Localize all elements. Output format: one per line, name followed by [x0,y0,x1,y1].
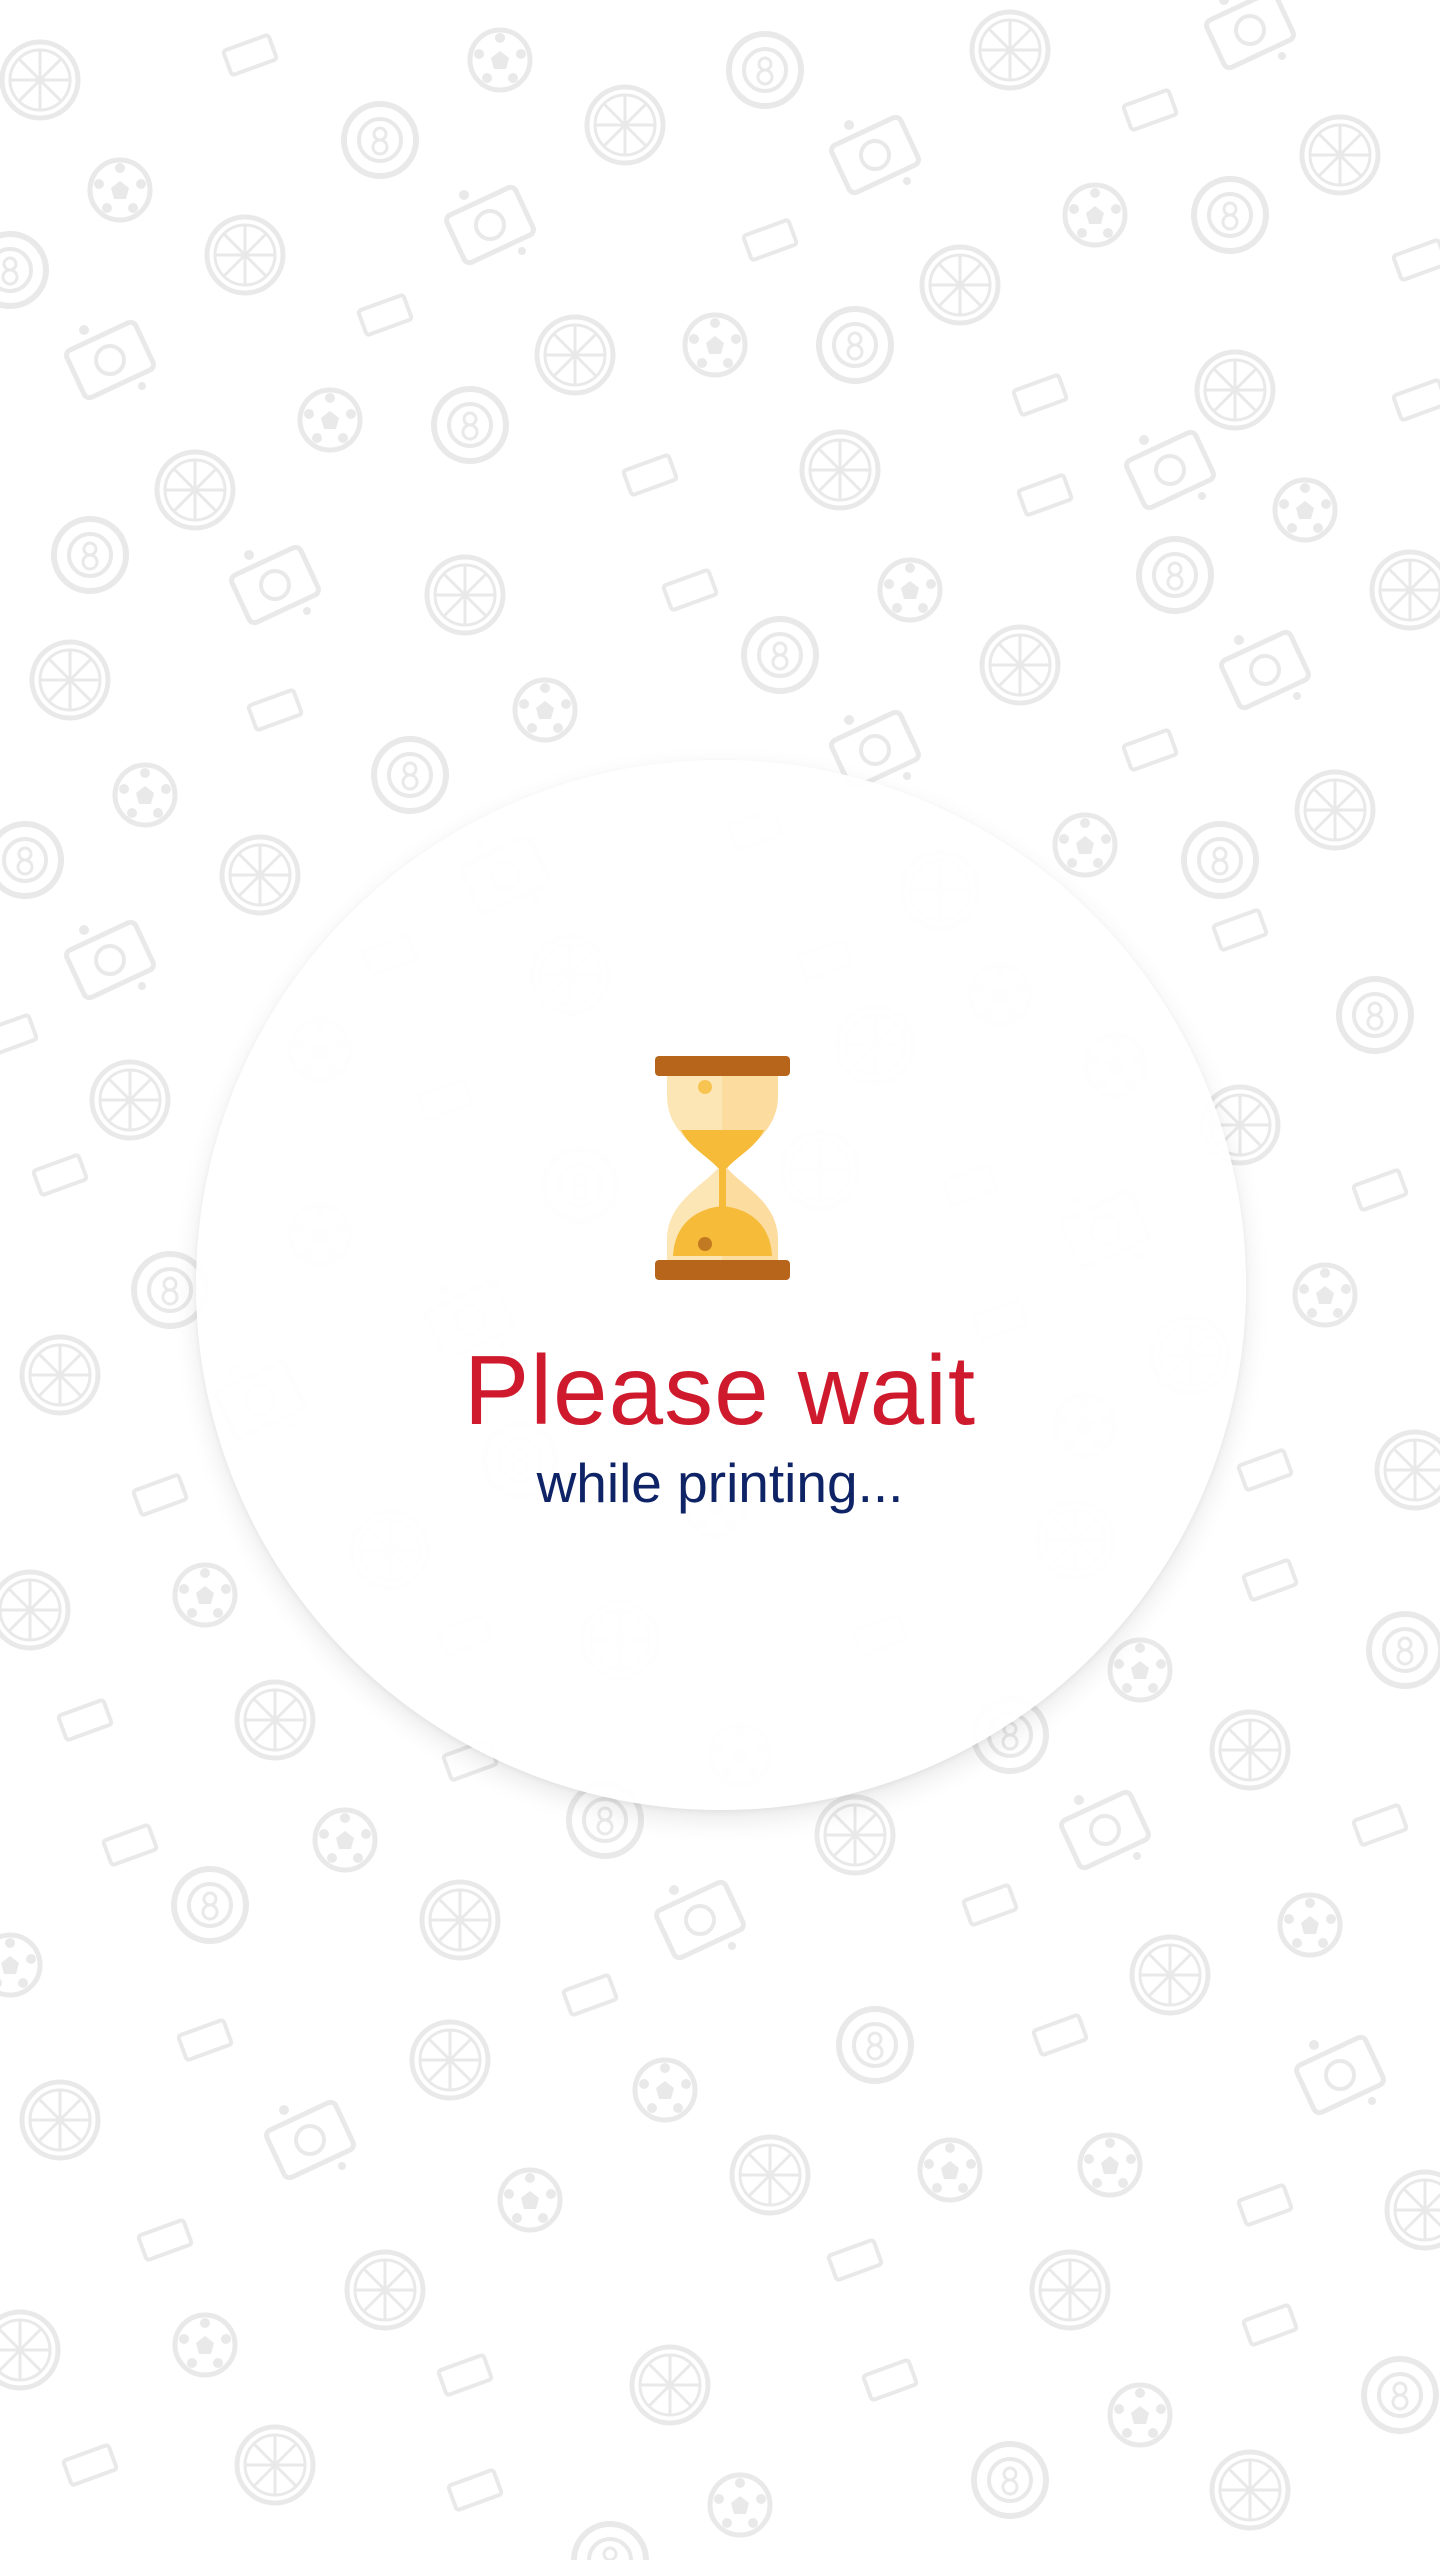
page-title: Please wait [463,1335,977,1445]
hourglass-icon [655,1056,790,1280]
status-message: while printing... [536,1452,904,1514]
status-card [196,760,1246,1810]
